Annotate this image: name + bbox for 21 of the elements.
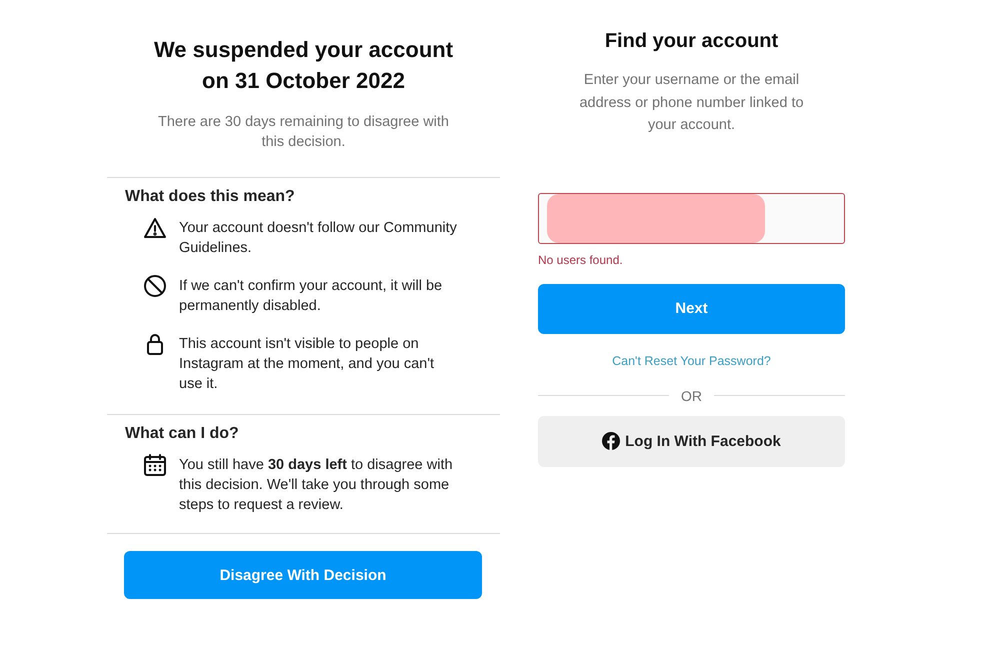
info-text: Your account doesn't follow our Community Guidelines. bbox=[179, 219, 457, 258]
reset-password-link[interactable]: Can't Reset Your Password? bbox=[612, 354, 771, 368]
section-heading: What can I do? bbox=[125, 425, 240, 443]
info-text: This account isn't visible to people on Instagram at the moment, and you can't use it. bbox=[179, 335, 436, 394]
info-text: If we can't confirm your account, it will be permanently disabled. bbox=[179, 277, 444, 316]
next-button[interactable]: Next bbox=[538, 284, 845, 334]
facebook-icon bbox=[602, 432, 620, 450]
find-account-subtitle: Enter your username or the email address or phone number linked to your account. bbox=[578, 71, 805, 135]
blocked-icon bbox=[143, 274, 167, 298]
or-divider-text: OR bbox=[681, 388, 702, 404]
find-account-title: Find your account bbox=[604, 30, 778, 53]
account-input-field[interactable] bbox=[538, 192, 845, 244]
facebook-login-button[interactable]: Log In With Facebook bbox=[538, 416, 845, 466]
section-heading: What does this mean? bbox=[125, 188, 296, 206]
calendar-icon bbox=[143, 453, 167, 477]
suspension-subtitle: There are 30 days remaining to disagree with this decision. bbox=[157, 113, 450, 152]
info-text: You still have 30 days left to disagree with this decision. We'll take you through some steps to request a review. bbox=[179, 456, 454, 515]
disagree-button[interactable]: Disagree With Decision bbox=[124, 551, 482, 599]
error-message: No users found. bbox=[538, 252, 623, 266]
suspension-title: We suspended your account on 31 October 2022 bbox=[152, 36, 454, 95]
warning-icon bbox=[143, 216, 167, 240]
